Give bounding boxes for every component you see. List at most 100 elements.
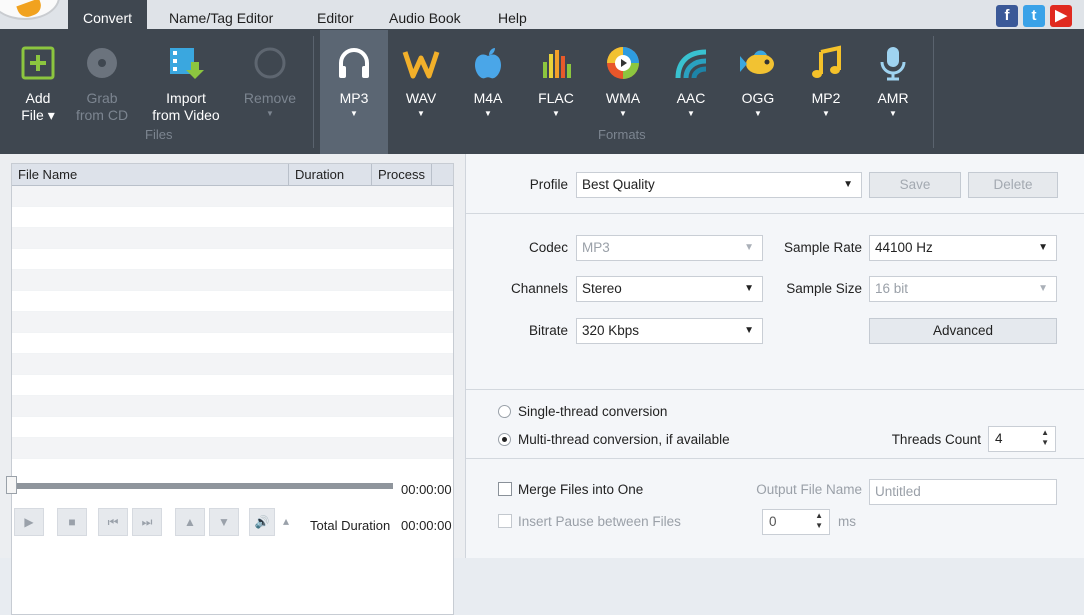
menu-convert[interactable]: Convert (68, 0, 148, 30)
remove-button[interactable]: Remove ▼ (238, 30, 302, 154)
remove-icon (254, 47, 286, 79)
merge-files-label: Merge Files into One (518, 482, 644, 497)
sample-size-value: 16 bit (875, 281, 909, 296)
codec-select[interactable]: MP3 ▼ (576, 235, 763, 261)
format-aac-button[interactable]: AAC ▼ (660, 30, 722, 154)
ribbon-toolbar: Add File ▾ Grab from CD Import from Video R… (0, 30, 1084, 154)
single-thread-radio[interactable] (498, 405, 511, 418)
insert-pause-label: Insert Pause between Files (518, 514, 681, 529)
stop-button[interactable]: ■ (57, 508, 87, 536)
format-ogg-button[interactable]: OGG ▼ (727, 30, 789, 154)
output-file-name-input[interactable]: Untitled (869, 479, 1057, 505)
stepper-arrows-icon[interactable]: ▲ ▼ (815, 511, 823, 531)
channels-label: Channels (510, 281, 568, 296)
move-up-button[interactable]: ▲ (175, 508, 205, 536)
insert-pause-checkbox[interactable] (498, 514, 512, 528)
bitrate-value: 320 Kbps (582, 323, 640, 338)
output-file-name-label: Output File Name (756, 482, 862, 497)
cd-icon (87, 48, 117, 78)
bitrate-select[interactable]: 320 Kbps ▼ (576, 318, 763, 344)
grab-label: Grab (86, 90, 118, 106)
file-list-panel: File Name Duration Process 00:00:00 ▶ ■ … (0, 154, 465, 615)
format-wav-button[interactable]: WAV ▼ (390, 30, 452, 154)
advanced-button[interactable]: Advanced (869, 318, 1057, 344)
seek-handle[interactable] (6, 476, 17, 494)
next-button[interactable]: ⏭ (132, 508, 162, 536)
position-time: 00:00:00 (401, 482, 452, 497)
profile-select[interactable]: Best Quality ▼ (576, 172, 862, 198)
aac-wave-icon (675, 49, 707, 79)
youtube-icon[interactable]: ▶ (1050, 5, 1072, 27)
threads-count-value: 4 (995, 431, 1003, 446)
format-amr-label: AMR (877, 90, 909, 106)
previous-button[interactable]: ⏮ (98, 508, 128, 536)
grab-from-cd-button[interactable]: Grab from CD (72, 30, 132, 154)
format-amr-arrow[interactable]: ▼ (862, 109, 924, 119)
sample-size-select[interactable]: 16 bit ▼ (869, 276, 1057, 302)
menu-help[interactable]: Help (483, 0, 542, 30)
add-file-button[interactable]: Add File ▾ (8, 30, 68, 154)
format-wma-arrow[interactable]: ▼ (592, 109, 654, 119)
remove-label: Remove (243, 90, 297, 106)
total-duration: 00:00:00 (401, 518, 452, 533)
facebook-icon[interactable]: f (996, 5, 1018, 27)
equalizer-icon (543, 50, 571, 78)
format-mp3-arrow[interactable]: ▼ (320, 109, 388, 119)
total-duration-label: Total Duration (310, 518, 391, 533)
apple-icon (475, 48, 501, 79)
add-file-label-2: File ▾ (21, 107, 55, 123)
format-mp2-button[interactable]: MP2 ▼ (795, 30, 857, 154)
remove-dropdown-arrow[interactable]: ▼ (238, 109, 302, 119)
column-process[interactable]: Process (372, 164, 432, 186)
format-m4a-button[interactable]: M4A ▼ (457, 30, 519, 154)
column-duration[interactable]: Duration (289, 164, 372, 186)
volume-icon[interactable]: 🔊 (249, 508, 275, 536)
format-amr-button[interactable]: AMR ▼ (862, 30, 924, 154)
chevron-down-icon: ▼ (1038, 283, 1048, 294)
channels-select[interactable]: Stereo ▼ (576, 276, 763, 302)
music-note-icon (812, 45, 841, 78)
profile-value: Best Quality (582, 177, 655, 192)
format-m4a-arrow[interactable]: ▼ (457, 109, 519, 119)
formats-group-label: Formats (598, 127, 646, 142)
format-wav-arrow[interactable]: ▼ (390, 109, 452, 119)
format-mp2-label: MP2 (811, 90, 841, 106)
merge-files-checkbox[interactable] (498, 482, 512, 496)
format-mp3-button[interactable]: MP3 ▼ (320, 30, 388, 154)
format-aac-arrow[interactable]: ▼ (660, 109, 722, 119)
settings-panel: Profile Best Quality ▼ Save Delete Codec … (465, 154, 1084, 558)
menu-audio-book[interactable]: Audio Book (374, 0, 476, 30)
threads-count-stepper[interactable]: 4 ▲ ▼ (988, 426, 1056, 452)
column-file-name[interactable]: File Name (12, 164, 289, 186)
toolbar-separator (313, 36, 314, 148)
format-wma-label: WMA (605, 90, 641, 106)
format-flac-button[interactable]: FLAC ▼ (525, 30, 587, 154)
menu-bar: Convert Name/Tag Editor Editor Audio Boo… (0, 0, 1084, 30)
volume-arrow[interactable]: ▴ (275, 508, 297, 536)
save-button[interactable]: Save (869, 172, 961, 198)
format-mp2-arrow[interactable]: ▼ (795, 109, 857, 119)
app-logo (0, 0, 60, 20)
play-button[interactable]: ▶ (14, 508, 44, 536)
format-flac-arrow[interactable]: ▼ (525, 109, 587, 119)
twitter-icon[interactable]: t (1023, 5, 1045, 27)
format-ogg-arrow[interactable]: ▼ (727, 109, 789, 119)
pause-value: 0 (769, 514, 777, 529)
menu-name-tag-editor[interactable]: Name/Tag Editor (154, 0, 288, 30)
output-file-name-placeholder: Untitled (875, 484, 921, 499)
sample-rate-label: Sample Rate (783, 240, 862, 255)
stepper-arrows-icon[interactable]: ▲ ▼ (1041, 428, 1049, 448)
chevron-down-icon: ▼ (744, 242, 754, 253)
menu-editor[interactable]: Editor (302, 0, 369, 30)
multi-thread-radio[interactable] (498, 433, 511, 446)
pause-stepper[interactable]: 0 ▲ ▼ (762, 509, 830, 535)
codec-label: Codec (528, 240, 568, 255)
pause-unit: ms (838, 514, 856, 529)
sample-size-label: Sample Size (786, 281, 862, 296)
file-list[interactable]: File Name Duration Process (11, 163, 454, 615)
seek-bar[interactable] (11, 483, 393, 489)
format-ogg-label: OGG (741, 90, 775, 106)
move-down-button[interactable]: ▼ (209, 508, 239, 536)
delete-button[interactable]: Delete (968, 172, 1058, 198)
sample-rate-select[interactable]: 44100 Hz ▼ (869, 235, 1057, 261)
